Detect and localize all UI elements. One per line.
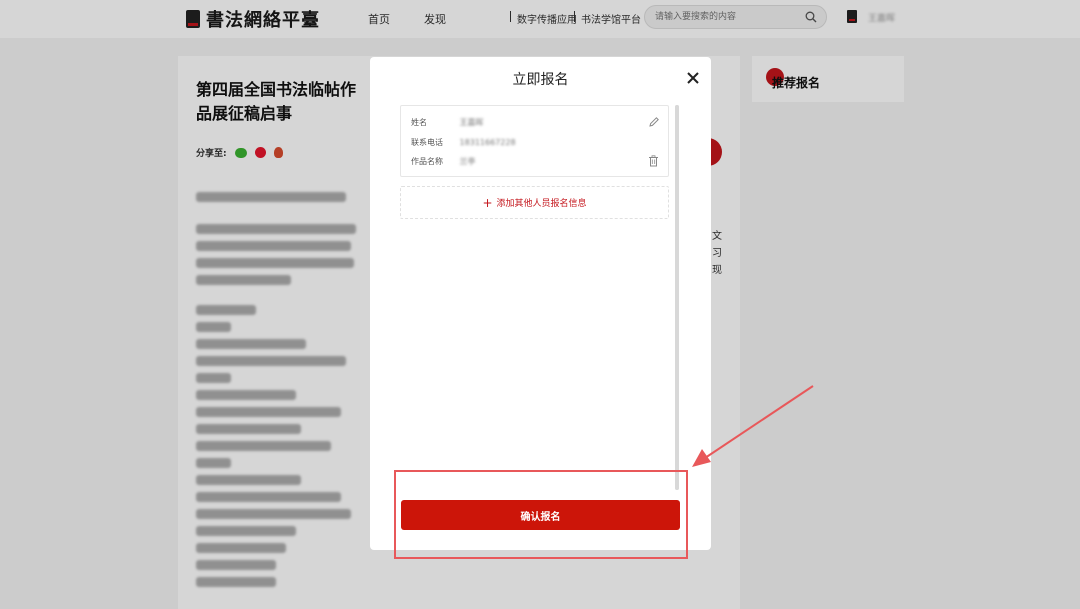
- trash-icon[interactable]: [648, 155, 659, 167]
- close-icon[interactable]: [686, 71, 700, 85]
- modal-title: 立即报名: [512, 72, 569, 88]
- add-participant-button[interactable]: + 添加其他人员报名信息: [400, 186, 669, 219]
- edit-icon[interactable]: [648, 116, 660, 128]
- field-name-row: 姓名 王嘉晖: [411, 117, 484, 128]
- field-value: 兰亭: [459, 157, 476, 166]
- field-value: 王嘉晖: [459, 118, 484, 127]
- scrollbar-thumb[interactable]: [675, 105, 679, 490]
- annotation-highlight-box: [394, 470, 688, 559]
- field-label: 作品名称: [411, 157, 443, 166]
- add-participant-label: 添加其他人员报名信息: [496, 199, 587, 209]
- plus-icon: +: [482, 195, 493, 210]
- form-scroll-area[interactable]: 姓名 王嘉晖 联系电话 18311667228 作品名称 兰亭 + 添加其他人员…: [400, 105, 680, 490]
- entry-card: 姓名 王嘉晖 联系电话 18311667228 作品名称 兰亭: [400, 105, 669, 177]
- field-value: 18311667228: [459, 138, 516, 147]
- field-work-row: 作品名称 兰亭: [411, 156, 476, 167]
- field-label: 联系电话: [411, 138, 443, 147]
- field-label: 姓名: [411, 118, 427, 127]
- field-phone-row: 联系电话 18311667228: [411, 137, 516, 148]
- scrollbar[interactable]: [675, 105, 679, 490]
